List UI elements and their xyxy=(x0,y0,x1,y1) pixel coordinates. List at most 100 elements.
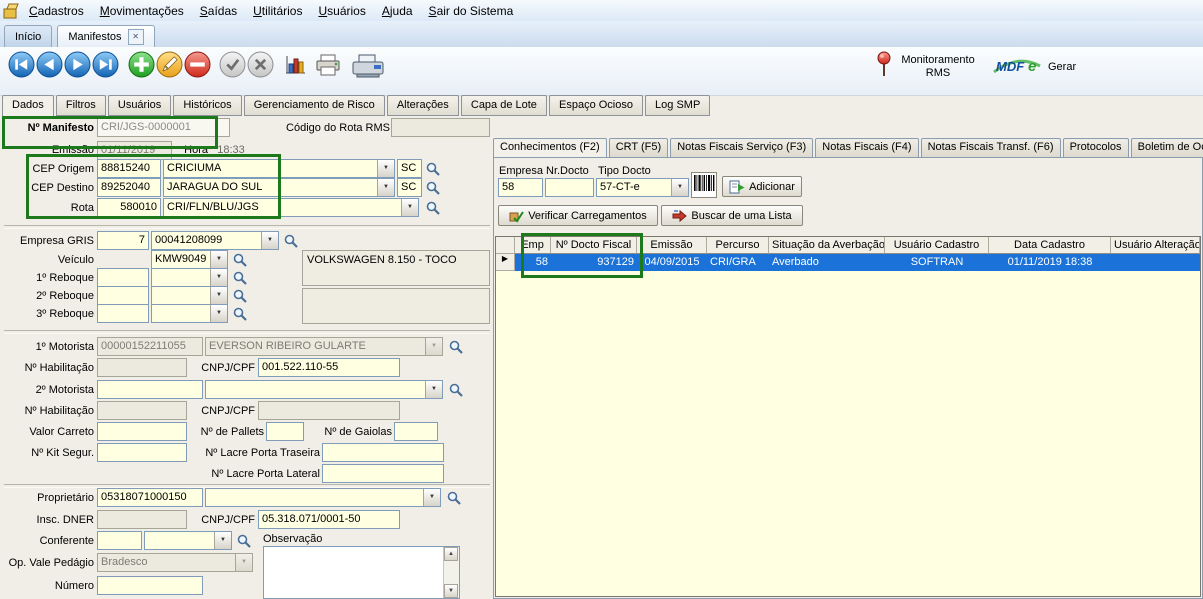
nav-prev-button[interactable] xyxy=(36,51,63,78)
menu-movimentacoes[interactable]: Movimentações xyxy=(92,2,192,20)
col-percurso[interactable]: Percurso xyxy=(707,237,769,254)
empresa-gris-combo[interactable]: 00041208099▼ xyxy=(151,231,279,250)
tab-espaco-ocioso[interactable]: Espaço Ocioso xyxy=(549,95,643,116)
proprietario-combo[interactable]: ▼ xyxy=(205,488,441,507)
cep-destino-city-combo[interactable]: JARAGUA DO SUL▼ xyxy=(163,178,395,197)
reboque3-field[interactable] xyxy=(97,304,149,323)
veiculo-combo[interactable]: KMW9049▼ xyxy=(151,250,228,269)
menu-cadastros[interactable]: Cadastros xyxy=(21,2,92,20)
gaiolas-field[interactable] xyxy=(394,422,438,441)
nav-first-button[interactable] xyxy=(8,51,35,78)
monitoramento-rms-label[interactable]: Monitoramento RMS xyxy=(895,54,981,80)
grid-row-selected[interactable]: ▶ 58 937129 04/09/2015 CRI/GRA Averbado … xyxy=(496,254,1200,271)
edit-record-button[interactable] xyxy=(156,51,183,78)
valor-carreto-field[interactable] xyxy=(97,422,187,441)
col-emp[interactable]: Emp xyxy=(515,237,551,254)
observacao-scrollbar[interactable]: ▲ ▼ xyxy=(443,547,459,598)
rota-search-button[interactable] xyxy=(424,199,442,217)
menu-utilitarios[interactable]: Utilitários xyxy=(245,2,310,20)
menu-ajuda[interactable]: Ajuda xyxy=(374,2,421,20)
proprietario-search-button[interactable] xyxy=(445,489,463,507)
col-docto-fiscal[interactable]: Nº Docto Fiscal xyxy=(551,237,637,254)
cep-origem-city-combo[interactable]: CRICIUMA▼ xyxy=(163,159,395,178)
reboque1-field[interactable] xyxy=(97,268,149,287)
rota-codigo-field[interactable]: 580010 xyxy=(97,198,161,217)
rota-combo[interactable]: CRI/FLN/BLU/JGS▼ xyxy=(163,198,419,217)
reboque1-search-button[interactable] xyxy=(231,269,249,287)
menu-usuarios[interactable]: Usuários xyxy=(310,2,373,20)
conferente-combo[interactable]: ▼ xyxy=(144,531,232,550)
tab-gerenciamento-risco[interactable]: Gerenciamento de Risco xyxy=(244,95,385,116)
empresa-field[interactable]: 58 xyxy=(498,178,543,197)
reboque3-search-button[interactable] xyxy=(231,305,249,323)
chevron-down-icon[interactable]: ▼ xyxy=(210,305,227,322)
lacre-lateral-field[interactable] xyxy=(322,464,444,483)
tab-capa-lote[interactable]: Capa de Lote xyxy=(461,95,547,116)
cep-destino-uf-field[interactable]: SC xyxy=(397,178,422,197)
col-emissao[interactable]: Emissão xyxy=(637,237,707,254)
observacao-textarea[interactable]: ▲ ▼ xyxy=(263,546,460,599)
tab-conhecimentos[interactable]: Conhecimentos (F2) xyxy=(493,138,607,157)
scroll-down-icon[interactable]: ▼ xyxy=(444,584,458,598)
nav-next-button[interactable] xyxy=(64,51,91,78)
cep-origem-field[interactable]: 88815240 xyxy=(97,159,161,178)
motorista1-cpf-field[interactable]: 001.522.110-55 xyxy=(258,358,400,377)
menu-sair[interactable]: Sair do Sistema xyxy=(421,2,522,20)
chevron-down-icon[interactable]: ▼ xyxy=(423,489,440,506)
chevron-down-icon[interactable]: ▼ xyxy=(671,179,688,196)
tipo-docto-combo[interactable]: 57-CT-e▼ xyxy=(596,178,689,197)
cep-destino-field[interactable]: 89252040 xyxy=(97,178,161,197)
tab-log-smp[interactable]: Log SMP xyxy=(645,95,710,116)
tab-nf-servico[interactable]: Notas Fiscais Serviço (F3) xyxy=(670,138,813,157)
chevron-down-icon[interactable]: ▼ xyxy=(210,269,227,286)
tab-notas-fiscais[interactable]: Notas Fiscais (F4) xyxy=(815,138,918,157)
col-data-cadastro[interactable]: Data Cadastro xyxy=(989,237,1111,254)
reboque2-search-button[interactable] xyxy=(231,287,249,305)
tab-filtros[interactable]: Filtros xyxy=(56,95,106,116)
scroll-up-icon[interactable]: ▲ xyxy=(444,547,458,561)
reboque2-field[interactable] xyxy=(97,286,149,305)
verificar-carregamentos-button[interactable]: Verificar Carregamentos xyxy=(498,205,658,226)
col-usuario-cadastro[interactable]: Usuário Cadastro xyxy=(885,237,989,254)
menu-saidas[interactable]: Saídas xyxy=(192,2,245,20)
chevron-down-icon[interactable]: ▼ xyxy=(377,160,394,177)
barcode-button[interactable] xyxy=(691,172,717,201)
col-situacao-averbacao[interactable]: Situação da Averbação xyxy=(769,237,885,254)
conferente-search-button[interactable] xyxy=(235,532,253,550)
chevron-down-icon[interactable]: ▼ xyxy=(261,232,278,249)
tab-usuarios[interactable]: Usuários xyxy=(108,95,171,116)
close-tab-icon[interactable]: ✕ xyxy=(128,29,144,45)
reboque1-combo[interactable]: ▼ xyxy=(151,268,228,287)
delete-record-button[interactable] xyxy=(184,51,211,78)
tab-crt[interactable]: CRT (F5) xyxy=(609,138,668,157)
tab-alteracoes[interactable]: Alterações xyxy=(387,95,459,116)
numero-field[interactable] xyxy=(97,576,203,595)
tab-historicos[interactable]: Históricos xyxy=(173,95,241,116)
kit-segur-field[interactable] xyxy=(97,443,187,462)
motorista2-search-button[interactable] xyxy=(447,381,465,399)
tab-nf-transf[interactable]: Notas Fiscais Transf. (F6) xyxy=(921,138,1061,157)
tab-dados[interactable]: Dados xyxy=(2,95,54,117)
tab-inicio[interactable]: Início xyxy=(4,25,52,47)
print-button[interactable] xyxy=(314,53,342,80)
chevron-down-icon[interactable]: ▼ xyxy=(425,381,442,398)
tab-manifestos[interactable]: Manifestos ✕ xyxy=(57,25,154,47)
gerar-mdfe-button[interactable]: MDF e xyxy=(992,50,1042,83)
nav-last-button[interactable] xyxy=(92,51,119,78)
reboque2-combo[interactable]: ▼ xyxy=(151,286,228,305)
chevron-down-icon[interactable]: ▼ xyxy=(214,532,231,549)
cep-destino-search-button[interactable] xyxy=(424,179,442,197)
lacre-traseira-field[interactable] xyxy=(322,443,444,462)
cep-origem-uf-field[interactable]: SC xyxy=(397,159,422,178)
buscar-lista-button[interactable]: Buscar de uma Lista xyxy=(661,205,803,226)
proprietario-codigo-field[interactable]: 05318071000150 xyxy=(97,488,203,507)
col-usuario-alteracao[interactable]: Usuário Alteração xyxy=(1111,237,1200,254)
pallets-field[interactable] xyxy=(266,422,304,441)
tab-boletim-ocorrencia[interactable]: Boletim de Ocorrên xyxy=(1131,138,1203,157)
conferente-codigo-field[interactable] xyxy=(97,531,142,550)
veiculo-search-button[interactable] xyxy=(231,251,249,269)
empresa-gris-search-button[interactable] xyxy=(282,232,300,250)
chevron-down-icon[interactable]: ▼ xyxy=(210,251,227,268)
add-record-button[interactable] xyxy=(128,51,155,78)
adicionar-button[interactable]: Adicionar xyxy=(722,176,802,197)
